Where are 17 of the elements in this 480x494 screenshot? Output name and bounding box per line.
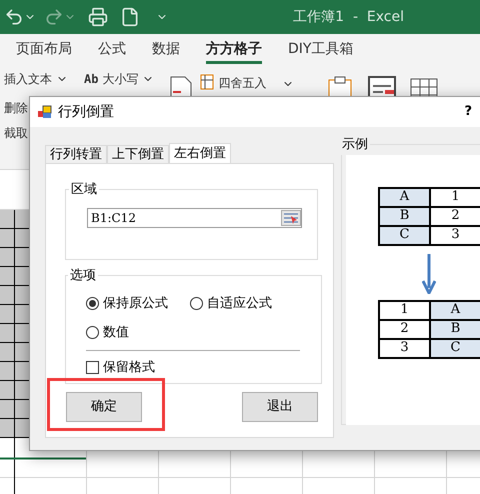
- group-label: 区域: [70, 181, 98, 199]
- group-label: 选项: [69, 267, 97, 285]
- table-cell: C: [431, 340, 480, 358]
- table-cell: 1: [431, 188, 480, 208]
- table-cell: B: [380, 208, 431, 226]
- table-cell: A: [431, 302, 480, 320]
- group-label: 示例: [341, 136, 369, 154]
- table-cell: 3: [380, 340, 431, 358]
- window-title: 工作簿1 - Excel: [293, 8, 404, 26]
- table-cell: 3: [431, 226, 480, 246]
- table-cell: 2: [380, 320, 431, 340]
- dialog-title: 行列倒置: [58, 102, 114, 122]
- table-cell: C: [380, 226, 431, 246]
- table-cell: B: [431, 320, 480, 340]
- table-cell: 2: [431, 208, 480, 226]
- table-cell: A: [380, 188, 431, 208]
- table-cell: 1: [380, 302, 431, 320]
